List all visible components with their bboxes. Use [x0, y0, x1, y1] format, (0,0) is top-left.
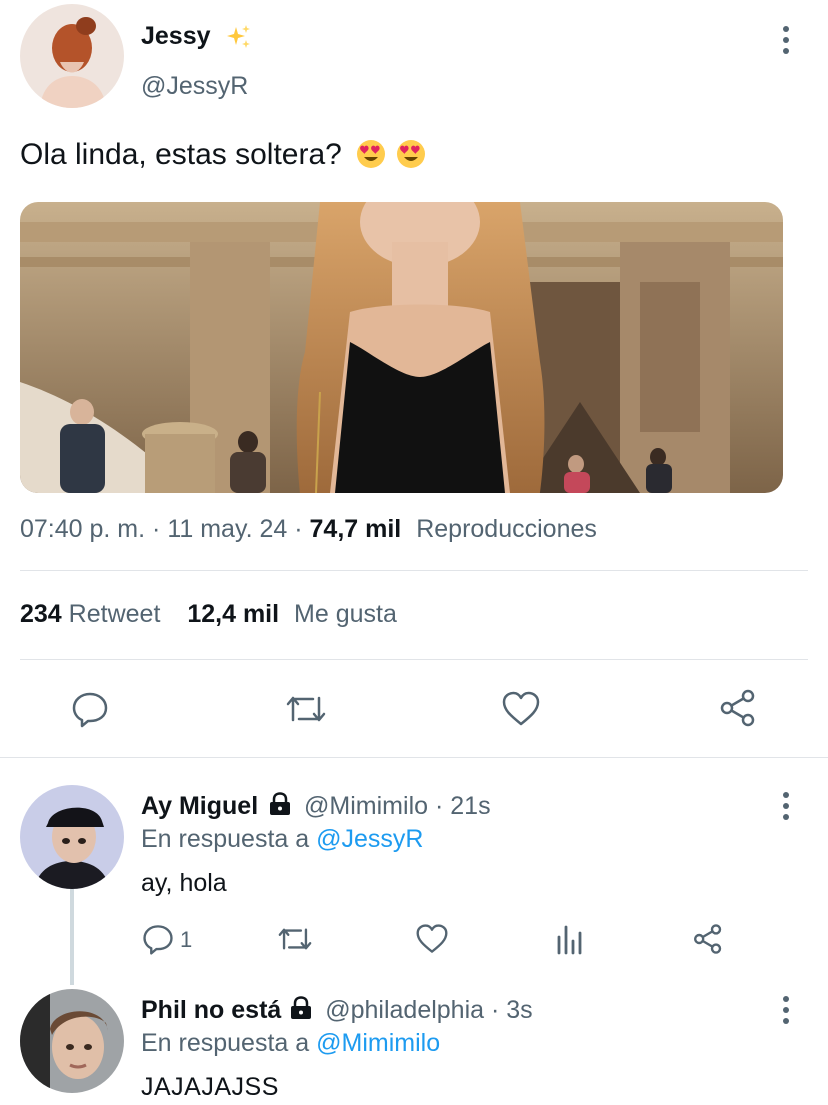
meta-separator: · [491, 996, 500, 1024]
views-label: Reproducciones [416, 515, 597, 543]
reply-time[interactable]: 3s [506, 996, 532, 1024]
likes-stat[interactable]: 12,4 mil Me gusta [187, 600, 397, 628]
reply-author-handle[interactable]: @philadelphia [325, 996, 484, 1024]
tweet-text-line: Ola linda, estas soltera? [20, 138, 426, 172]
reply-author-name[interactable]: Phil no está [141, 996, 281, 1024]
reply-icon[interactable] [142, 923, 174, 955]
share-icon[interactable] [718, 688, 758, 728]
reply-avatar[interactable] [20, 989, 124, 1093]
reply-icon[interactable] [71, 690, 109, 728]
tweet-text: Ola linda, estas soltera? [20, 138, 342, 171]
heart-eyes-emoji-icon [356, 140, 385, 168]
reply-text: JAJAJAJSS [141, 1073, 279, 1101]
divider [0, 757, 828, 758]
retweets-label: Retweet [68, 600, 161, 628]
likes-label: Me gusta [294, 600, 397, 628]
likes-count: 12,4 mil [187, 600, 280, 628]
reply-time[interactable]: 21s [450, 792, 490, 820]
author-name[interactable]: Jessy [141, 22, 211, 51]
meta-separator: · [434, 792, 444, 820]
analytics-icon[interactable] [555, 923, 585, 955]
tweet-meta: 07:40 p. m. · 11 may. 24 · 74,7 mil Repr… [20, 515, 597, 544]
meta-separator: · [152, 515, 161, 543]
reply-author-handle[interactable]: @Mimimilo [304, 792, 428, 820]
reply-header: Phil no está @philadelphia · 3s [141, 996, 533, 1025]
heart-eyes-emoji-icon [396, 140, 425, 168]
reply-avatar[interactable] [20, 785, 124, 889]
reply-context: En respuesta a @Mimimilo [141, 1029, 440, 1058]
like-icon[interactable] [501, 690, 541, 728]
reply-text: ay, hola [141, 869, 227, 897]
reply-author-name[interactable]: Ay Miguel [141, 792, 258, 820]
like-icon[interactable] [415, 923, 449, 955]
more-options-icon[interactable] [781, 26, 791, 54]
tweet-photo[interactable] [20, 202, 783, 493]
tweet-time: 07:40 p. m. [20, 515, 146, 543]
divider [20, 570, 808, 571]
sparkles-badge [226, 24, 252, 55]
lock-icon [270, 792, 291, 815]
more-options-icon[interactable] [781, 996, 791, 1024]
meta-separator: · [294, 515, 303, 543]
retweets-stat[interactable]: 234 Retweet [20, 600, 167, 628]
retweet-icon[interactable] [284, 690, 328, 728]
reply-prefix: En respuesta a [141, 825, 310, 853]
lock-icon [291, 996, 312, 1019]
reply-context: En respuesta a @JessyR [141, 825, 423, 854]
share-icon[interactable] [692, 922, 724, 956]
author-handle[interactable]: @JessyR [141, 72, 248, 101]
tweet-date: 11 may. 24 [167, 515, 288, 543]
reply-count: 1 [180, 927, 193, 952]
tweet-stats: 234 Retweet 12,4 mil Me gusta [20, 600, 397, 629]
reply-header: Ay Miguel @Mimimilo · 21s [141, 792, 491, 821]
reply-to-handle[interactable]: @JessyR [316, 825, 423, 853]
author-avatar[interactable] [20, 4, 124, 108]
retweets-count: 234 [20, 600, 62, 628]
retweet-icon[interactable] [276, 923, 314, 955]
views-count: 74,7 mil [309, 515, 402, 543]
reply-to-handle[interactable]: @Mimimilo [316, 1029, 440, 1057]
more-options-icon[interactable] [781, 792, 791, 820]
divider [20, 659, 808, 660]
thread-line [70, 889, 74, 985]
reply-prefix: En respuesta a [141, 1029, 310, 1057]
